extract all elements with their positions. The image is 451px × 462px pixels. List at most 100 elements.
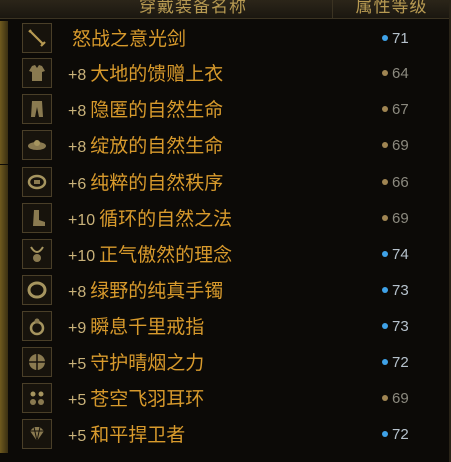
enhance-level: +8 (68, 139, 87, 156)
gem-icon (30, 426, 44, 442)
item-name-text: 隐匿的自然生命 (90, 99, 224, 121)
gold-dot-icon (382, 179, 388, 186)
equipment-slot[interactable] (22, 130, 52, 160)
earring-icon (30, 391, 44, 405)
equipment-name: +6 纯粹的自然秩序 (68, 171, 223, 195)
blue-dot-icon (382, 287, 388, 294)
equipment-slot[interactable] (22, 383, 52, 413)
equipment-name: +8 大地的馈赠上衣 (68, 62, 223, 86)
equipment-row[interactable]: +8 隐匿的自然生命 67 (0, 92, 449, 128)
blue-dot-icon (382, 431, 388, 438)
blue-dot-icon (382, 251, 388, 258)
orb-icon (29, 354, 45, 370)
item-name-text: 怒战之意光剑 (72, 28, 187, 50)
equipment-row[interactable]: 怒战之意光剑 71 (0, 21, 449, 57)
row-edge-decoration (0, 128, 8, 164)
attribute-level: 66 (382, 171, 409, 195)
level-value: 72 (392, 426, 409, 443)
attribute-level: 74 (382, 243, 409, 267)
equipment-row[interactable]: +8 绽放的自然生命 69 (0, 128, 449, 164)
equipment-slot[interactable] (22, 419, 52, 449)
enhance-level: +8 (68, 67, 87, 84)
level-value: 69 (392, 210, 409, 227)
necklace-icon (30, 246, 44, 262)
equipment-name: 怒战之意光剑 (68, 27, 186, 51)
equipment-name: +10 循环的自然之法 (68, 207, 232, 231)
attribute-level: 72 (382, 351, 409, 375)
item-name-text: 循环的自然之法 (99, 208, 233, 230)
level-value: 73 (392, 318, 409, 335)
row-edge-decoration (0, 237, 8, 273)
equipment-row[interactable]: +6 纯粹的自然秩序 66 (0, 165, 449, 201)
equipment-slot[interactable] (22, 239, 52, 269)
table-header: 穿戴装备名称 属性等级 (0, 0, 449, 19)
enhance-level: +10 (68, 248, 96, 265)
equipment-name: +8 绿野的纯真手镯 (68, 279, 223, 303)
blue-dot-icon (382, 359, 388, 366)
row-edge-decoration (0, 381, 8, 417)
equipment-slot[interactable] (22, 347, 52, 377)
level-value: 71 (392, 30, 409, 47)
equipment-name: +10 正气傲然的理念 (68, 243, 232, 267)
row-edge-decoration (0, 417, 8, 453)
attribute-level: 69 (382, 207, 409, 231)
equipment-name: +5 守护晴烟之力 (68, 351, 204, 375)
pants-icon (31, 101, 43, 117)
header-equipment-name: 穿戴装备名称 (139, 0, 247, 17)
attribute-level: 71 (382, 27, 409, 51)
equipment-slot[interactable] (22, 58, 52, 88)
equipment-row[interactable]: +5 和平捍卫者 72 (0, 417, 449, 453)
equipment-row[interactable]: +10 循环的自然之法 69 (0, 201, 449, 237)
level-value: 73 (392, 282, 409, 299)
ring-icon (29, 318, 45, 336)
equipment-row[interactable]: +8 大地的馈赠上衣 64 (0, 56, 449, 92)
equipment-row[interactable]: +10 正气傲然的理念 74 (0, 237, 449, 273)
row-edge-decoration (0, 273, 8, 309)
belt-icon (27, 174, 47, 190)
equipment-name: +8 隐匿的自然生命 (68, 98, 223, 122)
gold-dot-icon (382, 215, 388, 222)
row-edge-decoration (0, 201, 8, 237)
boots-icon (33, 210, 45, 226)
gold-dot-icon (382, 395, 388, 402)
equipment-slot[interactable] (22, 203, 52, 233)
equipment-name: +5 和平捍卫者 (68, 423, 185, 447)
item-name-text: 瞬息千里戒指 (90, 316, 205, 338)
attribute-level: 73 (382, 315, 409, 339)
gold-dot-icon (382, 70, 388, 77)
enhance-level: +5 (68, 392, 87, 409)
equipment-row[interactable]: +8 绿野的纯真手镯 73 (0, 273, 449, 309)
gold-dot-icon (382, 142, 388, 149)
blue-dot-icon (382, 35, 388, 42)
row-edge-decoration (0, 165, 8, 201)
sword-icon (28, 29, 46, 47)
equipment-slot[interactable] (22, 94, 52, 124)
coat-icon (29, 65, 45, 81)
row-edge-decoration (0, 345, 8, 381)
row-edge-decoration (0, 92, 8, 128)
item-name-text: 大地的馈赠上衣 (90, 63, 224, 85)
attribute-level: 64 (382, 62, 409, 86)
equipment-row[interactable]: +5 守护晴烟之力 72 (0, 345, 449, 381)
item-name-text: 绿野的纯真手镯 (90, 280, 224, 302)
level-value: 72 (392, 354, 409, 371)
equipment-name: +9 瞬息千里戒指 (68, 315, 204, 339)
attribute-level: 73 (382, 279, 409, 303)
equipment-row[interactable]: +5 苍空飞羽耳环 69 (0, 381, 449, 417)
attribute-level: 69 (382, 134, 409, 158)
equipment-slot[interactable] (22, 167, 52, 197)
level-value: 64 (392, 65, 409, 82)
enhance-level: +5 (68, 356, 87, 373)
equipment-name: +5 苍空飞羽耳环 (68, 387, 204, 411)
equipment-slot[interactable] (22, 23, 52, 53)
equipment-slot[interactable] (22, 311, 52, 341)
equipment-row[interactable]: +9 瞬息千里戒指 73 (0, 309, 449, 345)
level-value: 66 (392, 174, 409, 191)
item-name-text: 纯粹的自然秩序 (90, 172, 224, 194)
enhance-level: +10 (68, 212, 96, 229)
row-edge-decoration (0, 21, 8, 57)
enhance-level: +8 (68, 284, 87, 301)
item-name-text: 正气傲然的理念 (99, 244, 233, 266)
attribute-level: 67 (382, 98, 409, 122)
equipment-slot[interactable] (22, 275, 52, 305)
